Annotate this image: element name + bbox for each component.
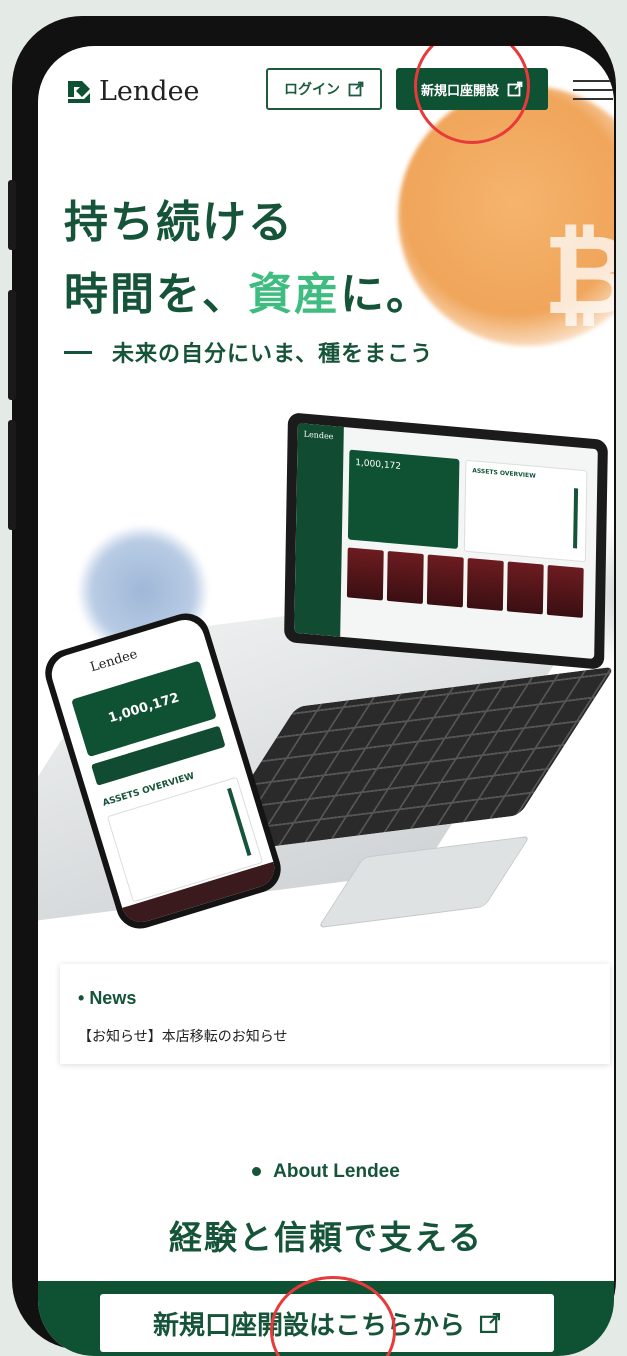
hero-subline: 未来の自分にいま、種をまこう — [64, 336, 433, 368]
about-label-text: About Lendee — [273, 1161, 400, 1182]
about-title: 経験と信頼で支える — [168, 1218, 483, 1257]
laptop-display: Lendee 1,000,172 ASSETS OVERVIEW — [294, 423, 598, 659]
thumbnail — [386, 550, 424, 604]
hamburger-menu-icon[interactable] — [573, 80, 613, 104]
laptop-card-title: ASSETS OVERVIEW — [472, 467, 536, 480]
phone-mockup-bar — [227, 787, 252, 856]
news-heading: • News — [78, 988, 137, 1008]
hero-heading-line1: 持ち続ける — [64, 197, 294, 248]
hero-line2-suffix: に。 — [340, 269, 432, 320]
thumbnail — [346, 547, 384, 601]
laptop-balance-panel: 1,000,172 — [347, 449, 460, 550]
hero-heading-line2: 時間を、資産に。 — [64, 258, 432, 322]
phone-frame: ₿ Lendee ログイン 新規口座開設 持ち続ける 時間を、資産に。 未来の自… — [12, 16, 616, 1356]
logo[interactable]: Lendee — [64, 76, 200, 107]
phone-side-button — [8, 420, 16, 530]
external-link-icon — [348, 81, 364, 97]
thumbnail — [466, 557, 504, 611]
laptop-sidebar: Lendee — [294, 423, 344, 637]
dash-decoration — [64, 350, 92, 354]
login-button[interactable]: ログイン — [266, 68, 382, 110]
laptop-mockup: Lendee 1,000,172 ASSETS OVERVIEW — [284, 412, 608, 670]
news-heading-text: News — [89, 988, 137, 1008]
lendee-logo-icon — [68, 80, 90, 103]
thumbnail — [546, 564, 584, 618]
phone-side-button — [8, 290, 16, 400]
login-label: ログイン — [284, 82, 340, 98]
phone-mockup-logo: Lendee — [88, 646, 140, 676]
laptop-balance-value: 1,000,172 — [355, 458, 402, 473]
bullet-dot-icon — [252, 1167, 262, 1177]
laptop-card-bar — [573, 488, 579, 549]
hero-line2-prefix: 時間を、 — [64, 269, 248, 320]
thumbnail — [426, 554, 464, 608]
about-section-label: About Lendee — [38, 1161, 614, 1183]
news-item-link[interactable]: 【お知らせ】本店移転のお知らせ — [78, 1026, 287, 1046]
logo-text: Lendee — [99, 76, 200, 107]
laptop-assets-card: ASSETS OVERVIEW — [463, 459, 588, 563]
phone-screen: ₿ Lendee ログイン 新規口座開設 持ち続ける 時間を、資産に。 未来の自… — [38, 46, 614, 1356]
hero-subline-text: 未来の自分にいま、種をまこう — [112, 342, 434, 367]
laptop-logo-text: Lendee — [303, 429, 334, 442]
thumbnail — [506, 561, 544, 615]
external-link-icon — [479, 1312, 501, 1334]
bitcoin-symbol-icon: ₿ — [543, 211, 614, 339]
news-box: • News 【お知らせ】本店移転のお知らせ — [60, 964, 610, 1064]
hero-line2-accent: 資産 — [248, 269, 340, 320]
phone-side-button — [8, 180, 16, 250]
